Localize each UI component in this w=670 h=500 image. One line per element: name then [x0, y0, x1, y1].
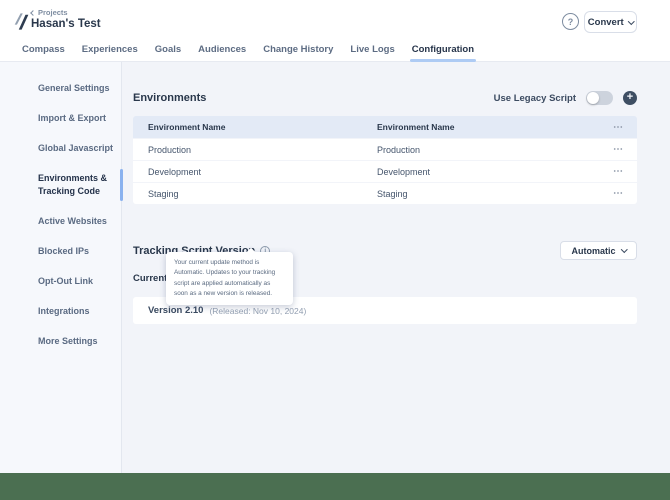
- toggle-knob: [587, 92, 599, 104]
- table-row: Staging Staging ⋯: [133, 183, 637, 204]
- column-header-environment-name-1: Environment Name: [133, 122, 377, 132]
- page-title: Hasan's Test: [31, 18, 101, 30]
- sidebar-item-blocked-ips[interactable]: Blocked IPs: [0, 245, 121, 258]
- convert-dropdown-button[interactable]: Convert: [584, 11, 637, 33]
- breadcrumb[interactable]: Projects: [31, 8, 68, 17]
- environment-name-cell: Production: [133, 145, 377, 155]
- sidebar-item-more-settings[interactable]: More Settings: [0, 335, 121, 348]
- tab-experiences[interactable]: Experiences: [82, 44, 138, 61]
- tab-configuration[interactable]: Configuration: [412, 44, 474, 61]
- environment-name-cell: Staging: [133, 189, 377, 199]
- sidebar-item-import-export[interactable]: Import & Export: [0, 112, 121, 125]
- help-icon[interactable]: ?: [562, 13, 579, 30]
- use-legacy-script-label: Use Legacy Script: [494, 93, 576, 104]
- tab-goals[interactable]: Goals: [155, 44, 181, 61]
- environment-name-cell: Development: [133, 167, 377, 177]
- row-menu-icon[interactable]: ⋯: [601, 166, 637, 177]
- row-menu-icon[interactable]: ⋯: [601, 188, 637, 199]
- use-legacy-script-toggle[interactable]: [586, 91, 613, 105]
- table-header-row: Environment Name Environment Name ⋯: [133, 116, 637, 138]
- chevron-down-icon: [628, 18, 634, 24]
- update-method-tooltip: Your current update method is Automatic.…: [166, 252, 293, 305]
- tab-audiences[interactable]: Audiences: [198, 44, 246, 61]
- app-window: Projects Hasan's Test ? Convert Compass …: [0, 0, 670, 473]
- environments-section-title: Environments: [133, 92, 206, 104]
- environment-name-cell-2: Development: [377, 167, 601, 177]
- chevron-down-icon: [621, 246, 627, 252]
- main-content: Environments Use Legacy Script + Environ…: [133, 62, 637, 324]
- tab-bar: Compass Experiences Goals Audiences Chan…: [0, 40, 670, 62]
- convert-button-label: Convert: [588, 17, 624, 28]
- top-header: Projects Hasan's Test ? Convert: [0, 0, 670, 40]
- table-row: Development Development ⋯: [133, 161, 637, 182]
- sidebar-item-integrations[interactable]: Integrations: [0, 305, 121, 318]
- chevron-left-icon: [30, 10, 36, 16]
- breadcrumb-label: Projects: [38, 8, 68, 17]
- environments-table: Environment Name Environment Name ⋯ Prod…: [133, 116, 637, 204]
- tab-live-logs[interactable]: Live Logs: [350, 44, 394, 61]
- tab-change-history[interactable]: Change History: [263, 44, 333, 61]
- add-environment-button[interactable]: +: [623, 91, 637, 105]
- sidebar-item-opt-out-link[interactable]: Opt-Out Link: [0, 275, 121, 288]
- sidebar-item-general-settings[interactable]: General Settings: [0, 82, 121, 95]
- update-method-value: Automatic: [571, 246, 615, 256]
- update-method-dropdown[interactable]: Automatic: [560, 241, 637, 260]
- table-row: Production Production ⋯: [133, 139, 637, 160]
- version-release-date: (Released: Nov 10, 2024): [209, 306, 306, 316]
- sidebar-item-active-websites[interactable]: Active Websites: [0, 215, 121, 228]
- convert-logo-icon: [12, 11, 30, 37]
- environment-name-cell-2: Production: [377, 145, 601, 155]
- column-header-environment-name-2: Environment Name: [377, 122, 601, 132]
- desktop-background-strip: [0, 473, 670, 500]
- version-number: Version 2.10: [148, 305, 203, 316]
- settings-sidebar: General Settings Import & Export Global …: [0, 62, 122, 473]
- header-row-menu-icon[interactable]: ⋯: [601, 122, 637, 133]
- environment-name-cell-2: Staging: [377, 189, 601, 199]
- sidebar-item-environments-tracking-code[interactable]: Environments & Tracking Code: [0, 172, 121, 198]
- tab-compass[interactable]: Compass: [22, 44, 65, 61]
- sidebar-item-global-javascript[interactable]: Global Javascript: [0, 142, 121, 155]
- row-menu-icon[interactable]: ⋯: [601, 144, 637, 155]
